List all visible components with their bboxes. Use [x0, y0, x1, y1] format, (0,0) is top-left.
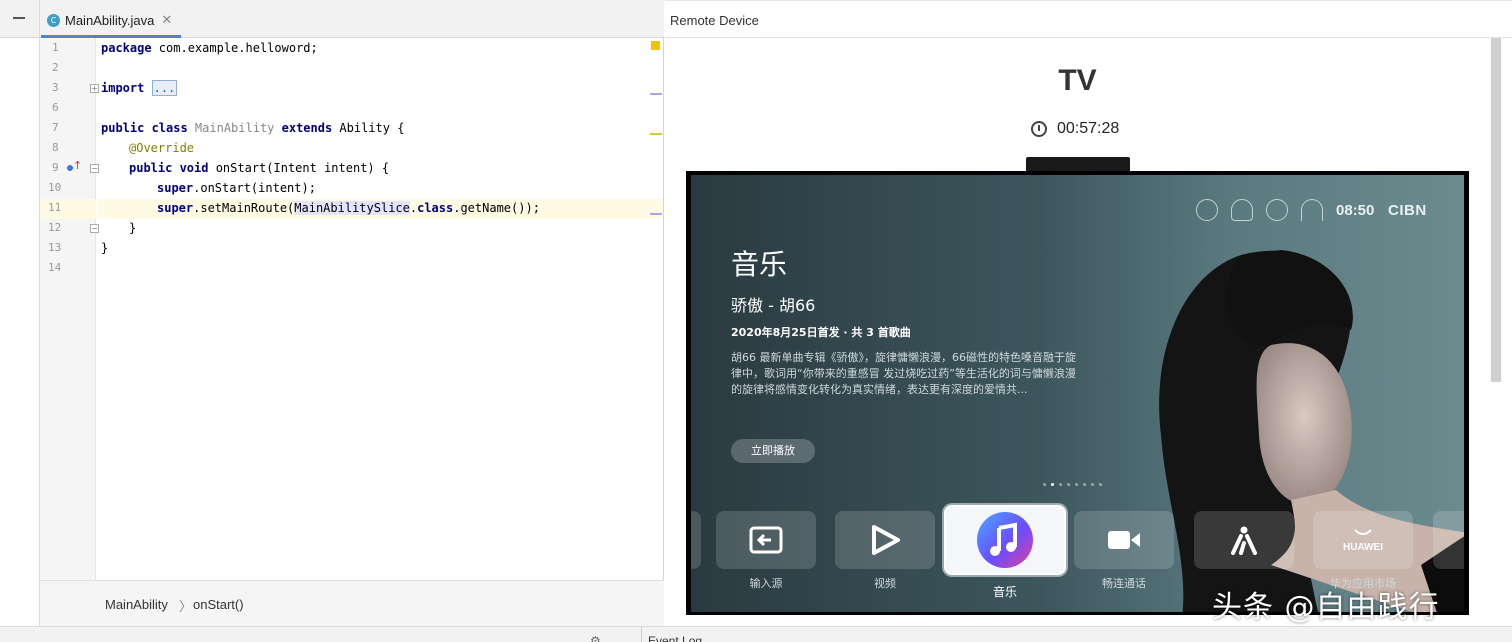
line-number: 1: [52, 41, 59, 54]
section-title: 音乐: [731, 248, 788, 281]
bottom-divider: [641, 626, 642, 642]
settings-gear-icon[interactable]: ⚙: [590, 634, 601, 642]
breadcrumb-separator: 〉: [179, 600, 193, 615]
code-line-8: @Override: [129, 141, 195, 155]
song-title: 骄傲 - 胡66: [731, 296, 816, 315]
java-class-icon: C: [47, 13, 60, 27]
app-tile-video[interactable]: [835, 511, 935, 569]
code-line-12: }: [129, 221, 137, 235]
device-name: TV: [1058, 64, 1097, 97]
video-call-icon: [1108, 531, 1140, 549]
line-number: 12: [48, 221, 62, 234]
line-number: 13: [48, 241, 62, 254]
app-tile-partial[interactable]: [1433, 511, 1464, 569]
search-icon[interactable]: [1196, 199, 1218, 221]
app-label: 畅连通话: [1102, 577, 1146, 590]
selected-identifier: MainAbilitySlice: [294, 201, 410, 215]
play-now-button[interactable]: 立即播放: [731, 439, 815, 463]
remote-device-pane: Remote Device TV 00:57:28 08:50 CIBN 音乐 …: [665, 0, 1512, 626]
remote-device-header: Remote Device: [665, 0, 1512, 38]
album-description: 胡66 最新单曲专辑《骄傲》，旋律慵懒浪漫，66磁性的特色嗓音融于旋律中，歌词用…: [731, 351, 1076, 396]
timer-icon: [1031, 121, 1047, 137]
warning-indicator-icon[interactable]: [651, 41, 660, 50]
app-tile-huawei-appgallery[interactable]: HUAWEI: [1313, 511, 1413, 569]
timer-text: 00:57:28: [1057, 120, 1120, 137]
close-tab-icon[interactable]: ✕: [161, 13, 172, 28]
carousel-dot[interactable]: [1067, 483, 1070, 486]
line-number: 14: [48, 261, 62, 274]
carousel-dot[interactable]: [1099, 483, 1102, 486]
minimize-icon[interactable]: [13, 17, 25, 19]
code-line-9: public void onStart(Intent intent) {: [129, 161, 390, 175]
input-source-icon: [749, 526, 783, 554]
override-arrow-icon[interactable]: ↑: [73, 159, 82, 172]
remote-scrollbar[interactable]: [1491, 38, 1501, 382]
scroll-marker[interactable]: [650, 93, 662, 95]
event-log-tab[interactable]: Event Log: [648, 634, 702, 642]
app-icon: [1231, 526, 1257, 555]
code-line-10: super.onStart(intent);: [157, 181, 316, 195]
tv-clock: 08:50: [1336, 202, 1375, 219]
app-tile-video-call[interactable]: [1074, 511, 1174, 569]
music-note-icon: [977, 512, 1033, 568]
code-editor-pane: C MainAbility.java ✕ 1 2 3 6 7 8 9 10 11…: [0, 0, 664, 626]
carousel-dot[interactable]: [1075, 483, 1078, 486]
app-tile-partial[interactable]: [691, 511, 701, 569]
line-number: 10: [48, 181, 62, 194]
wifi-icon: [1301, 199, 1323, 221]
user-icon[interactable]: [1231, 199, 1253, 221]
scroll-marker[interactable]: [650, 133, 662, 135]
bottom-tool-bar: [0, 626, 1512, 642]
app-tile-input-source[interactable]: [716, 511, 816, 569]
code-area[interactable]: package com.example.helloword; import ..…: [97, 38, 663, 580]
carousel-dot[interactable]: [1083, 483, 1086, 486]
carousel-dot[interactable]: [1059, 483, 1062, 486]
gear-icon[interactable]: [1266, 199, 1288, 221]
folded-imports[interactable]: ...: [151, 80, 178, 96]
cibn-logo: CIBN: [1388, 202, 1427, 219]
code-line-7: public class MainAbility extends Ability…: [101, 121, 405, 135]
carousel-indicator: [1043, 483, 1107, 486]
tv-camera: [1026, 157, 1130, 171]
session-timer: 00:57:28: [1031, 120, 1119, 138]
app-label: 输入源: [749, 577, 783, 590]
line-number-gutter: 1 2 3 6 7 8 9 10 11 12 13 14 ↑ + − −: [40, 38, 99, 580]
code-line-11: super.setMainRoute(MainAbilitySlice.clas…: [157, 201, 540, 215]
remote-device-title: Remote Device: [670, 13, 759, 28]
carousel-dot-active[interactable]: [1051, 483, 1054, 486]
release-info: 2020年8月25日首发 · 共 3 首歌曲: [731, 326, 911, 339]
tv-screen[interactable]: 08:50 CIBN 音乐 骄傲 - 胡66 2020年8月25日首发 · 共 …: [691, 175, 1464, 612]
tab-label: MainAbility.java: [65, 12, 155, 28]
line-number: 2: [52, 61, 59, 74]
line-number: 3: [52, 81, 59, 94]
line-number: 7: [52, 121, 59, 134]
tv-frame: 08:50 CIBN 音乐 骄傲 - 胡66 2020年8月25日首发 · 共 …: [686, 171, 1469, 615]
carousel-dot[interactable]: [1043, 483, 1046, 486]
app-tile-music-selected[interactable]: [944, 505, 1066, 575]
video-play-icon: [872, 525, 900, 555]
app-label-selected: 音乐: [992, 585, 1017, 599]
breadcrumb-method[interactable]: onStart(): [193, 597, 244, 612]
app-label: 视频: [874, 577, 896, 590]
app-tile-unnamed[interactable]: [1194, 511, 1294, 569]
editor-tab-bar: C MainAbility.java ✕: [0, 0, 664, 38]
watermark: 头条 @自由践行: [1212, 590, 1440, 625]
carousel-dot[interactable]: [1091, 483, 1094, 486]
code-line-3: import ...: [101, 80, 178, 96]
scroll-marker[interactable]: [650, 213, 662, 215]
huawei-appgallery-icon: [1354, 528, 1372, 535]
code-line-13: }: [101, 241, 109, 255]
line-number: 6: [52, 101, 59, 114]
tab-mainability-java[interactable]: C MainAbility.java ✕: [41, 5, 181, 38]
line-number: 11: [48, 201, 62, 214]
line-number: 8: [52, 141, 59, 154]
code-line-1: package com.example.helloword;: [101, 41, 318, 55]
breadcrumb: MainAbility 〉 onStart(): [40, 580, 664, 626]
breadcrumb-class[interactable]: MainAbility: [105, 597, 168, 612]
huawei-brand-text: HUAWEI: [1343, 541, 1383, 553]
